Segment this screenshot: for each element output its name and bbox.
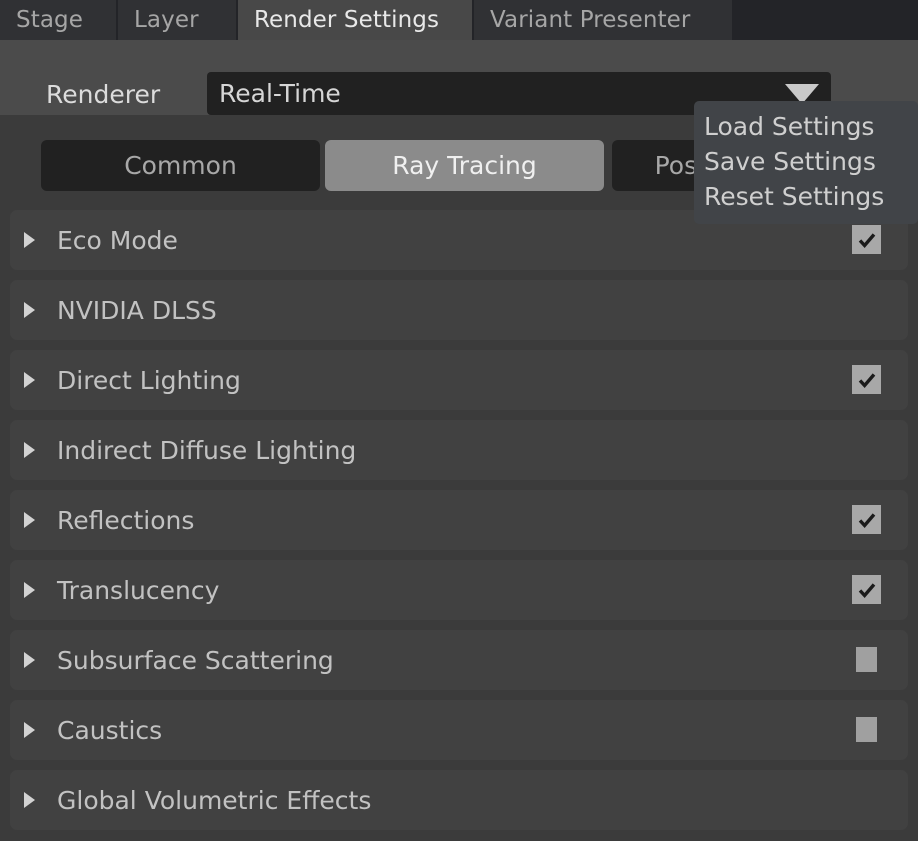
settings-row[interactable]: Global Volumetric Effects xyxy=(10,770,908,830)
tab-variant-presenter-label: Variant Presenter xyxy=(490,7,691,33)
settings-row-label: Caustics xyxy=(57,715,163,745)
expand-arrow-icon[interactable] xyxy=(24,722,35,738)
expand-arrow-icon[interactable] xyxy=(24,512,35,528)
settings-row-label: Direct Lighting xyxy=(57,365,241,395)
settings-row-label: Indirect Diffuse Lighting xyxy=(57,435,357,465)
expand-arrow-icon[interactable] xyxy=(24,442,35,458)
tab-render-settings[interactable]: Render Settings xyxy=(238,0,474,40)
checkbox-checked[interactable] xyxy=(852,575,881,604)
settings-row-list: Eco Mode NVIDIA DLSS Direct Lighting Indire… xyxy=(0,210,918,840)
menu-item-save-settings[interactable]: Save Settings xyxy=(694,144,918,179)
settings-row-label: Global Volumetric Effects xyxy=(57,785,372,815)
expand-arrow-icon[interactable] xyxy=(24,232,35,248)
settings-row[interactable]: NVIDIA DLSS xyxy=(10,280,908,340)
check-icon xyxy=(858,232,875,248)
tab-render-settings-label: Render Settings xyxy=(254,7,440,33)
check-icon xyxy=(858,512,875,528)
tab-variant-presenter[interactable]: Variant Presenter xyxy=(474,0,734,40)
settings-row-label: Reflections xyxy=(57,505,195,535)
render-settings-panel: Stage Layer Render Settings Variant Pres… xyxy=(0,0,918,841)
settings-row[interactable]: Translucency xyxy=(10,560,908,620)
menu-item-load-settings[interactable]: Load Settings xyxy=(694,109,918,144)
checkbox-unchecked[interactable] xyxy=(856,647,877,672)
tab-stage-label: Stage xyxy=(16,7,83,33)
subtab-ray-tracing-label: Ray Tracing xyxy=(392,151,537,180)
subtab-ray-tracing[interactable]: Ray Tracing xyxy=(325,140,604,191)
renderer-selected-value: Real-Time xyxy=(219,79,341,108)
expand-arrow-icon[interactable] xyxy=(24,652,35,668)
checkbox-checked[interactable] xyxy=(852,365,881,394)
checkbox-checked[interactable] xyxy=(852,225,881,254)
renderer-label: Renderer xyxy=(46,80,161,109)
expand-arrow-icon[interactable] xyxy=(24,792,35,808)
tab-layer-label: Layer xyxy=(134,7,199,33)
checkbox-unchecked[interactable] xyxy=(856,717,877,742)
checkbox-checked[interactable] xyxy=(852,505,881,534)
check-icon xyxy=(858,372,875,388)
settings-row[interactable]: Subsurface Scattering xyxy=(10,630,908,690)
expand-arrow-icon[interactable] xyxy=(24,372,35,388)
menu-item-reset-settings[interactable]: Reset Settings xyxy=(694,179,918,214)
tab-stage[interactable]: Stage xyxy=(0,0,118,40)
subtab-common[interactable]: Common xyxy=(41,140,320,191)
main-tabbar: Stage Layer Render Settings Variant Pres… xyxy=(0,0,918,40)
expand-arrow-icon[interactable] xyxy=(24,582,35,598)
settings-row-label: Subsurface Scattering xyxy=(57,645,334,675)
settings-row[interactable]: Reflections xyxy=(10,490,908,550)
settings-row-label: NVIDIA DLSS xyxy=(57,295,217,325)
settings-row-label: Translucency xyxy=(57,575,220,605)
settings-row[interactable]: Direct Lighting xyxy=(10,350,908,410)
settings-row-label: Eco Mode xyxy=(57,225,178,255)
settings-row[interactable]: Indirect Diffuse Lighting xyxy=(10,420,908,480)
expand-arrow-icon[interactable] xyxy=(24,302,35,318)
check-icon xyxy=(858,582,875,598)
subtab-common-label: Common xyxy=(124,151,237,180)
settings-context-menu: Load Settings Save Settings Reset Settin… xyxy=(694,101,918,224)
tab-layer[interactable]: Layer xyxy=(118,0,238,40)
settings-row[interactable]: Caustics xyxy=(10,700,908,760)
